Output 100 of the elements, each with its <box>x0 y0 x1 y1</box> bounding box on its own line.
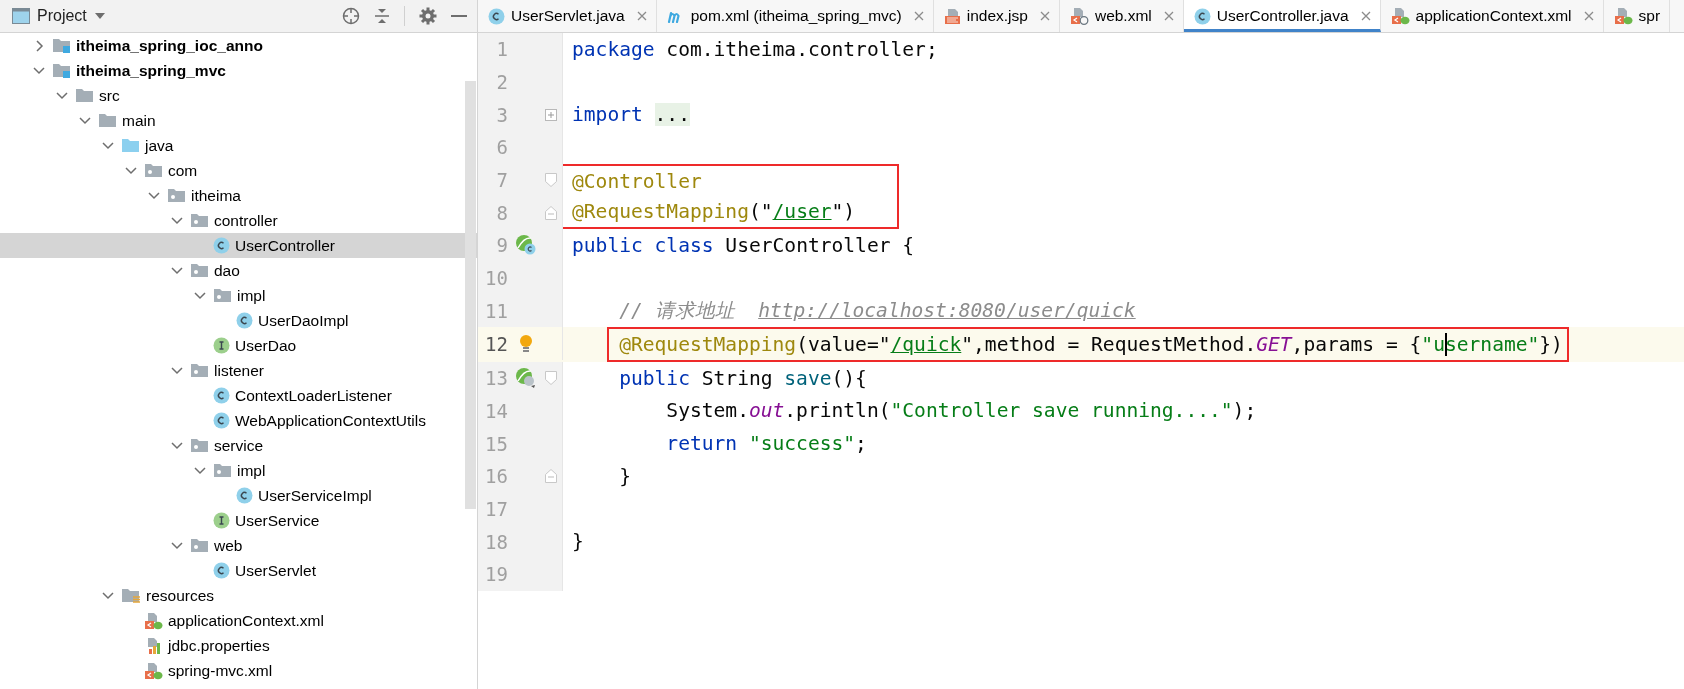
line-number: 10 <box>484 267 508 290</box>
xml-file-icon <box>144 661 163 680</box>
tree-item[interactable]: itheima <box>167 186 241 205</box>
editor-tab[interactable]: spr <box>1603 0 1671 32</box>
tree-item[interactable]: UserServiceImpl <box>236 486 372 505</box>
tree-item[interactable]: java <box>121 136 174 155</box>
chevron-down-icon[interactable] <box>170 365 184 376</box>
chevron-down-icon[interactable] <box>101 140 115 151</box>
editor-tab[interactable]: UserController.java <box>1183 0 1381 32</box>
close-icon[interactable] <box>1163 11 1174 21</box>
code-line: // 请求地址 http://localhost:8080/user/quick <box>619 298 1136 325</box>
line-number: 18 <box>484 530 508 553</box>
chevron-down-icon[interactable] <box>170 215 184 226</box>
package-icon <box>213 462 232 479</box>
close-icon[interactable] <box>636 11 647 21</box>
close-icon[interactable] <box>1039 11 1050 21</box>
code-line: return "success"; <box>666 432 867 456</box>
line-number: 15 <box>484 432 508 455</box>
line-number: 11 <box>484 299 508 322</box>
class-icon <box>1193 7 1211 25</box>
package-icon <box>190 262 209 279</box>
editor-tab[interactable]: pom.xml (itheima_spring_mvc) <box>656 0 934 32</box>
bean-class-icon[interactable] <box>515 234 537 257</box>
class-icon <box>236 487 253 504</box>
settings-icon[interactable] <box>419 7 437 25</box>
locate-icon[interactable] <box>342 7 360 25</box>
close-icon[interactable] <box>1360 11 1371 21</box>
line-number: 8 <box>495 201 508 224</box>
code-line: } <box>572 530 584 554</box>
tree-item[interactable]: UserDaoImpl <box>236 311 349 330</box>
tree-item[interactable]: UserService <box>213 511 320 530</box>
folder-icon <box>52 62 71 79</box>
scrollbar[interactable] <box>465 81 476 509</box>
chevron-down-icon[interactable] <box>124 165 138 176</box>
editor-tab[interactable]: index.jsp <box>933 0 1060 32</box>
fold-start-icon[interactable] <box>545 371 557 386</box>
dropdown-caret-icon[interactable] <box>93 12 106 20</box>
chevron-down-icon[interactable] <box>32 65 46 76</box>
code-line: @Controller <box>572 169 702 193</box>
tree-item[interactable]: main <box>98 111 156 130</box>
line-number: 16 <box>484 465 508 488</box>
editor-tab[interactable]: web.xml <box>1059 0 1184 32</box>
tree-item[interactable]: WebApplicationContextUtils <box>213 411 426 430</box>
tree-item[interactable]: service <box>190 436 264 455</box>
chevron-down-icon[interactable] <box>193 290 207 301</box>
line-number: 7 <box>495 169 508 192</box>
code-line: public String save(){ <box>619 366 867 390</box>
tree-item[interactable]: impl <box>213 461 266 480</box>
code-line: package com.itheima.controller; <box>572 37 938 61</box>
chevron-down-icon[interactable] <box>193 465 207 476</box>
class-icon <box>213 562 230 579</box>
editor-tab[interactable]: applicationContext.xml <box>1380 0 1604 32</box>
tree-item[interactable]: web <box>190 536 243 555</box>
chevron-down-icon[interactable] <box>78 115 92 126</box>
line-number: 3 <box>495 103 508 126</box>
tree-item[interactable]: dao <box>190 261 240 280</box>
tree-item[interactable]: UserController <box>213 236 335 255</box>
jsp-file-icon <box>943 7 961 25</box>
xml-file-icon <box>1613 7 1633 25</box>
minimize-icon[interactable] <box>451 14 467 18</box>
chevron-down-icon[interactable] <box>170 265 184 276</box>
tree-item[interactable]: jdbc.properties <box>144 636 270 655</box>
tree-item[interactable]: UserServlet <box>213 561 316 580</box>
class-icon <box>236 312 253 329</box>
tree-item[interactable]: ContextLoaderListener <box>213 386 392 405</box>
close-icon[interactable] <box>1583 11 1594 21</box>
tree-item[interactable]: resources <box>121 586 215 605</box>
chevron-down-icon[interactable] <box>170 540 184 551</box>
package-icon <box>144 162 163 179</box>
tree-item[interactable]: src <box>75 86 120 105</box>
chevron-down-icon[interactable] <box>55 90 69 101</box>
close-icon[interactable] <box>913 11 924 21</box>
code-line: System.out.println("Controller save running...."); <box>666 399 1257 423</box>
editor-tab[interactable]: UserServlet.java <box>478 0 657 32</box>
line-number: 2 <box>495 71 508 94</box>
package-icon <box>190 362 209 379</box>
package-icon <box>213 287 232 304</box>
class-icon <box>213 237 230 254</box>
code-line: } <box>619 464 631 488</box>
lightbulb-icon[interactable] <box>519 333 533 354</box>
chevron-down-icon[interactable] <box>101 590 115 601</box>
tree-item[interactable]: controller <box>190 211 278 230</box>
tree-item[interactable]: listener <box>190 361 264 380</box>
fold-start-icon[interactable] <box>545 173 557 188</box>
tree-item[interactable]: itheima_spring_mvc <box>52 61 226 80</box>
panel-title[interactable]: Project <box>37 7 87 25</box>
collapse-all-icon[interactable] <box>374 7 390 25</box>
chevron-down-icon[interactable] <box>147 190 161 201</box>
tree-item[interactable]: com <box>144 161 198 180</box>
tree-item[interactable]: impl <box>213 286 266 305</box>
folder-icon <box>121 586 141 605</box>
chevron-down-icon[interactable] <box>170 440 184 451</box>
code-line: public class UserController { <box>572 233 915 257</box>
tree-item[interactable]: spring-mvc.xml <box>144 661 273 680</box>
tree-item[interactable]: itheima_spring_ioc_anno <box>52 36 263 55</box>
tree-item[interactable]: UserDao <box>213 336 297 355</box>
package-icon <box>190 212 209 229</box>
class-icon <box>213 412 230 429</box>
package-icon <box>190 537 209 554</box>
tree-item[interactable]: applicationContext.xml <box>144 611 324 630</box>
